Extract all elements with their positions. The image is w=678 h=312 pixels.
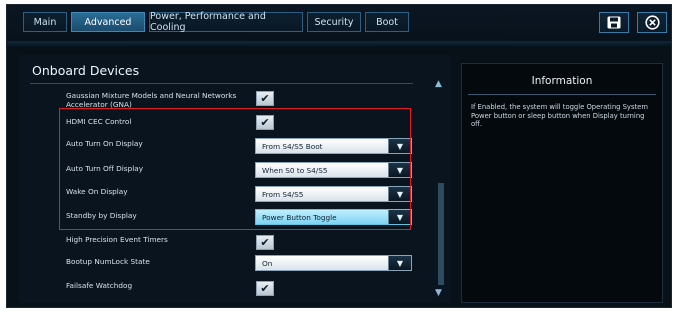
info-text: If Enabled, the system will toggle Opera… [471,103,648,128]
bios-window: Main Advanced Power, Performance and Coo… [6,4,672,308]
info-divider [468,94,656,95]
checkmark-icon: ✔ [260,92,270,105]
header-divider [7,41,671,47]
close-circle-icon [644,15,660,30]
tab-advanced[interactable]: Advanced [71,12,145,32]
scrollbar[interactable] [438,183,444,285]
setting-label-numlock: Bootup NumLock State [66,257,150,266]
setting-label-gna: Gaussian Mixture Models and Neural Netwo… [66,91,237,109]
tab-security[interactable]: Security [307,12,361,32]
numlock-value: On [262,259,273,268]
tab-main[interactable]: Main [23,12,67,32]
save-button[interactable] [599,12,629,33]
close-button[interactable] [637,12,667,33]
setting-label-failsafe-watchdog: Failsafe Watchdog [66,281,133,290]
failsafe-watchdog-checkbox[interactable]: ✔ [256,281,274,296]
info-title: Information [531,75,593,87]
hpet-checkbox[interactable]: ✔ [256,235,274,250]
panel-title: Onboard Devices [32,63,140,78]
numlock-select[interactable]: On ▼ [255,255,412,271]
information-panel: Information If Enabled, the system will … [461,63,663,303]
checkmark-icon: ✔ [260,282,270,295]
checkmark-icon: ✔ [260,236,270,249]
chevron-down-icon[interactable]: ▼ [388,256,411,270]
scroll-down-icon[interactable]: ▼ [435,288,442,298]
floppy-disk-icon [607,16,621,29]
panel-divider [30,83,413,84]
setting-label-hpet: High Precision Event Timers [66,235,168,244]
gna-checkbox[interactable]: ✔ [256,91,274,106]
tab-boot[interactable]: Boot [365,12,409,32]
tab-bar: Main Advanced Power, Performance and Coo… [7,5,671,41]
tab-power-performance-cooling[interactable]: Power, Performance and Cooling [149,11,303,33]
scroll-up-icon[interactable]: ▲ [435,79,442,89]
highlight-box [59,108,411,230]
